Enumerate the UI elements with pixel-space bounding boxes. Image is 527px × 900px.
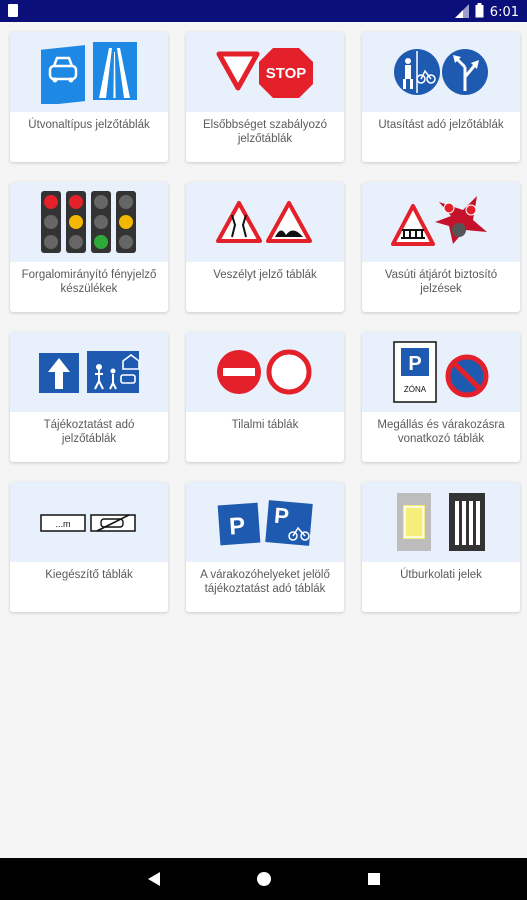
prohibition-signs-icon bbox=[186, 332, 344, 412]
priority-signs-icon: STOP bbox=[186, 32, 344, 112]
category-card-priority[interactable]: STOP Elsőbbséget szabályozó jelzőtáblák bbox=[186, 32, 344, 162]
svg-text:ZÓNA: ZÓNA bbox=[404, 385, 427, 394]
category-label: Utasítást adó jelzőtáblák bbox=[378, 119, 504, 131]
home-icon[interactable] bbox=[252, 867, 276, 891]
category-label: Útburkolati jelek bbox=[400, 569, 482, 581]
category-list: Útvonaltípus jelzőtáblák STOP Elsőbbsége… bbox=[0, 22, 527, 858]
category-card-parking-places[interactable]: P P A várakozóhelyeket jelölő tájékoztat… bbox=[186, 482, 344, 612]
category-card-warning[interactable]: Veszélyt jelző táblák bbox=[186, 182, 344, 312]
category-label: Tilalmi táblák bbox=[231, 419, 299, 431]
category-card-stopping-parking[interactable]: P ZÓNA Megállás és várakozásra vonatkozó… bbox=[362, 332, 520, 462]
svg-text:...m: ...m bbox=[56, 519, 71, 529]
category-label: Veszélyt jelző táblák bbox=[213, 269, 317, 281]
navigation-bar bbox=[0, 858, 527, 900]
svg-text:P: P bbox=[228, 513, 246, 541]
road-markings-icon bbox=[362, 482, 520, 562]
status-icons: 6:01 bbox=[454, 3, 519, 22]
category-card-traffic-lights[interactable]: Forgalomirányító fényjelző készülékek bbox=[10, 182, 168, 312]
warning-signs-icon bbox=[186, 182, 344, 262]
parking-place-signs-icon: P P bbox=[186, 482, 344, 562]
road-type-signs-icon bbox=[10, 32, 168, 112]
status-bar: 6:01 bbox=[0, 0, 527, 22]
stopping-parking-signs-icon: P ZÓNA bbox=[362, 332, 520, 412]
sim-card-icon bbox=[8, 4, 18, 17]
traffic-lights-icon bbox=[10, 182, 168, 262]
category-card-supplementary[interactable]: ...m Kiegészítő táblák bbox=[10, 482, 168, 612]
category-label: Tájékoztatást adó jelzőtáblák bbox=[43, 419, 135, 445]
category-card-information[interactable]: Tájékoztatást adó jelzőtáblák bbox=[10, 332, 168, 462]
mandatory-signs-icon bbox=[362, 32, 520, 112]
battery-icon bbox=[475, 3, 484, 22]
category-card-mandatory[interactable]: Utasítást adó jelzőtáblák bbox=[362, 32, 520, 162]
category-card-road-markings[interactable]: Útburkolati jelek bbox=[362, 482, 520, 612]
svg-text:P: P bbox=[273, 503, 290, 529]
category-card-railway[interactable]: Vasúti átjárót biztosító jelzések bbox=[362, 182, 520, 312]
category-card-prohibition[interactable]: Tilalmi táblák bbox=[186, 332, 344, 462]
railway-crossing-icon bbox=[362, 182, 520, 262]
category-label: Forgalomirányító fényjelző készülékek bbox=[21, 269, 157, 295]
category-label: Vasúti átjárót biztosító jelzések bbox=[384, 269, 498, 295]
supplementary-signs-icon: ...m bbox=[10, 482, 168, 562]
category-label: Kiegészítő táblák bbox=[45, 569, 133, 581]
category-grid: Útvonaltípus jelzőtáblák STOP Elsőbbsége… bbox=[10, 32, 520, 612]
category-label: Elsőbbséget szabályozó jelzőtáblák bbox=[202, 119, 328, 145]
svg-text:STOP: STOP bbox=[266, 65, 307, 82]
svg-text:P: P bbox=[408, 353, 421, 375]
signal-icon bbox=[454, 3, 469, 22]
category-label: A várakozóhelyeket jelölő tájékoztatást … bbox=[200, 569, 330, 595]
information-signs-icon bbox=[10, 332, 168, 412]
category-label: Útvonaltípus jelzőtáblák bbox=[28, 119, 150, 131]
category-label: Megállás és várakozásra vonatkozó táblák bbox=[377, 419, 505, 445]
category-card-road-type[interactable]: Útvonaltípus jelzőtáblák bbox=[10, 32, 168, 162]
recents-icon[interactable] bbox=[362, 867, 386, 891]
back-icon[interactable] bbox=[142, 867, 166, 891]
clock: 6:01 bbox=[489, 5, 519, 20]
